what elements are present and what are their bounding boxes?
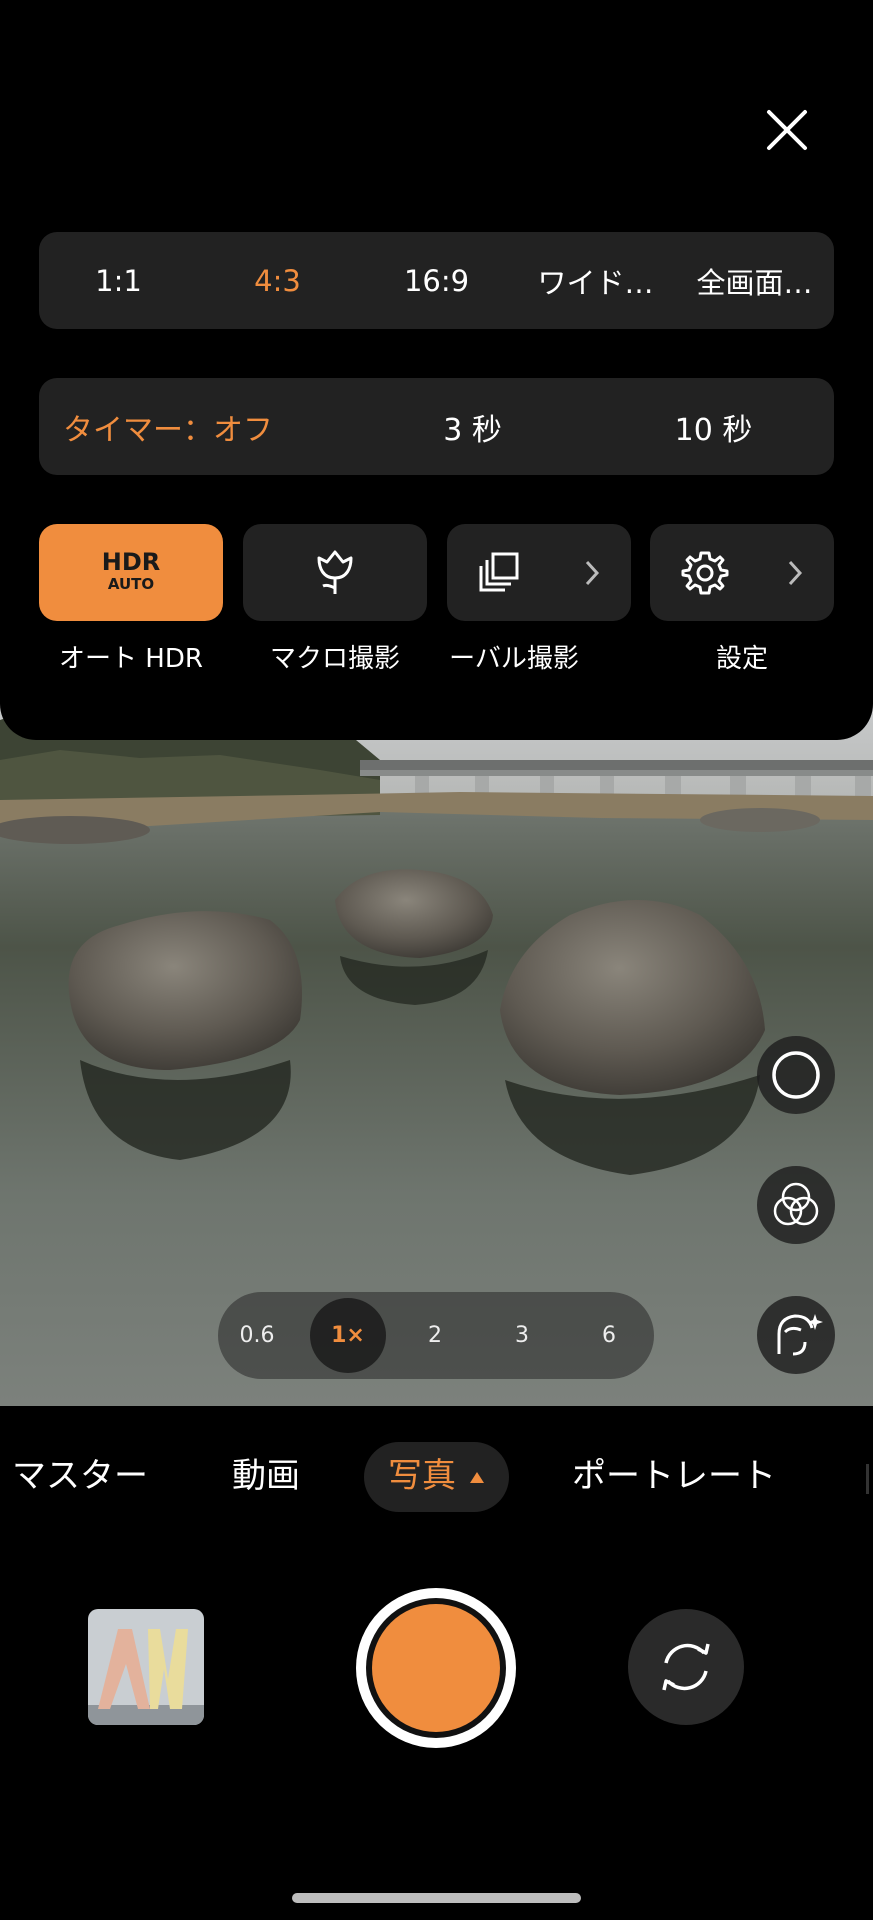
- settings-label: 設定: [715, 644, 768, 674]
- close-icon: [767, 110, 807, 150]
- aspect-ratio-selector: 1:1 4:3 16:9 ワイド… 全画面…: [39, 232, 834, 329]
- gallery-thumbnail[interactable]: [88, 1609, 204, 1725]
- zoom-selector: 0.6 1× 2 3 6: [218, 1292, 654, 1379]
- caret-up-icon: [470, 1472, 484, 1483]
- last-photo-preview: [88, 1609, 204, 1725]
- shutter-core: [372, 1604, 500, 1732]
- camera-settings-panel: 1:1 4:3 16:9 ワイド… 全画面… タイマー：オフ 3 秒 10 秒 …: [0, 0, 873, 740]
- mode-photo-label: 写真: [388, 1456, 456, 1496]
- auto-hdr-button[interactable]: HDR AUTO: [39, 524, 223, 621]
- zoom-6x[interactable]: 6: [570, 1292, 648, 1379]
- shutter-button[interactable]: [356, 1588, 516, 1748]
- chevron-right-icon: [788, 560, 803, 586]
- home-indicator[interactable]: [292, 1893, 581, 1903]
- shutter-style-button[interactable]: [757, 1036, 835, 1114]
- gear-icon: [681, 551, 729, 595]
- aspect-option-1-1[interactable]: 1:1: [39, 264, 198, 298]
- timer-option-3s[interactable]: 3 秒: [352, 405, 593, 449]
- aspect-option-fullscreen[interactable]: 全画面…: [675, 260, 834, 302]
- timer-option-off[interactable]: タイマー：オフ: [39, 405, 352, 449]
- mode-video[interactable]: 動画: [232, 1448, 300, 1497]
- interval-label: ーバル撮影: [449, 644, 579, 674]
- shutter-style-icon: [772, 1051, 820, 1099]
- zoom-2x[interactable]: 2: [396, 1292, 474, 1379]
- switch-camera-button[interactable]: [628, 1609, 744, 1725]
- aspect-option-wide[interactable]: ワイド…: [516, 260, 675, 302]
- zoom-0-6[interactable]: 0.6: [218, 1292, 296, 1379]
- zoom-1x[interactable]: 1×: [310, 1298, 386, 1373]
- timer-selector: タイマー：オフ 3 秒 10 秒: [39, 378, 834, 475]
- macro-label: マクロ撮影: [269, 644, 400, 674]
- chevron-right-icon: [585, 560, 600, 586]
- mode-photo[interactable]: 写真: [364, 1442, 509, 1512]
- macro-mode-button[interactable]: [243, 524, 427, 621]
- mode-scroll-edge: [866, 1464, 869, 1494]
- close-panel-button[interactable]: [757, 100, 817, 160]
- timer-option-10s[interactable]: 10 秒: [593, 405, 834, 449]
- mode-master[interactable]: マスター: [12, 1448, 148, 1497]
- interval-stack-icon: [479, 552, 519, 592]
- macro-flower-icon: [317, 550, 353, 594]
- auto-hdr-label: オート HDR: [59, 644, 203, 674]
- beauty-face-icon: [777, 1314, 823, 1356]
- hdr-auto-icon: HDR AUTO: [101, 548, 161, 593]
- color-filter-button[interactable]: [757, 1166, 835, 1244]
- mode-portrait[interactable]: ポートレート: [572, 1448, 776, 1497]
- aspect-option-16-9[interactable]: 16:9: [357, 264, 516, 298]
- switch-camera-icon: [662, 1643, 710, 1691]
- interval-shooting-button[interactable]: [447, 524, 631, 621]
- color-filter-icon: [773, 1182, 819, 1226]
- zoom-3x[interactable]: 3: [483, 1292, 561, 1379]
- aspect-option-4-3[interactable]: 4:3: [198, 264, 357, 298]
- beauty-face-button[interactable]: [757, 1296, 835, 1374]
- settings-button[interactable]: [650, 524, 834, 621]
